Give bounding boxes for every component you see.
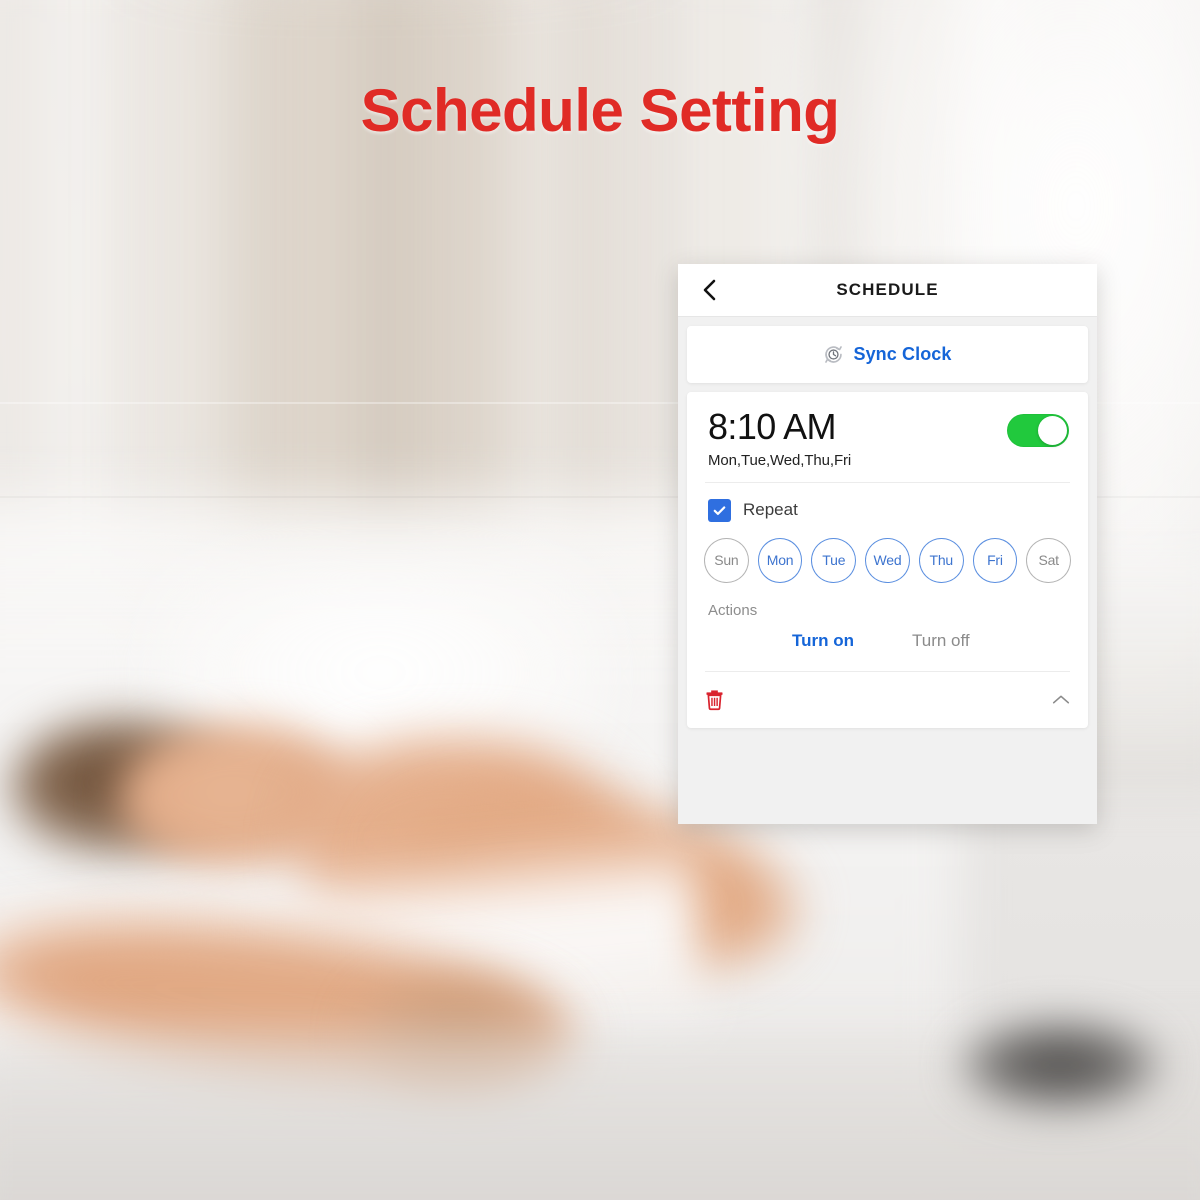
slipper-shape [960,1020,1160,1110]
actions-label: Actions [708,601,758,619]
sync-clock-button[interactable]: Sync Clock [687,326,1088,383]
day-chip-label: Thu [929,552,953,569]
chevron-left-icon [701,278,717,302]
phone-screen: SCHEDULE Sync Clock 8:10 AM Mon,Tue,Wed,… [678,264,1097,824]
nav-bar: SCHEDULE [678,264,1097,317]
alarm-days-summary: Mon,Tue,Wed,Thu,Fri [708,451,852,469]
alarm-summary: 8:10 AM Mon,Tue,Wed,Thu,Fri [687,392,1088,482]
day-chip-label: Sat [1038,552,1059,569]
screenshot-canvas: Schedule Setting SCHEDULE Sync Clock 8:1… [0,0,1200,1200]
actions-row: Turn on Turn off [687,619,1088,671]
day-chip-wed[interactable]: Wed [865,537,910,583]
sync-clock-icon [823,344,844,365]
day-chip-label: Mon [766,552,794,569]
toggle-knob [1038,416,1067,445]
day-selector: Sun Mon Tue Wed Thu Fri Sat [687,522,1088,583]
delete-schedule-button[interactable] [704,688,725,711]
day-chip-sat[interactable]: Sat [1026,537,1072,583]
alarm-enable-toggle[interactable] [1007,414,1069,447]
day-chip-label: Fri [987,552,1003,569]
day-chip-fri[interactable]: Fri [972,537,1018,583]
schedule-card: 8:10 AM Mon,Tue,Wed,Thu,Fri Repeat Sun M… [687,392,1088,728]
collapse-card-button[interactable] [1051,693,1071,706]
day-chip-thu[interactable]: Thu [918,537,964,583]
page-header-title: SCHEDULE [836,280,939,299]
day-chip-tue[interactable]: Tue [811,537,857,583]
day-chip-label: Sun [714,552,739,569]
day-chip-label: Tue [822,552,846,569]
day-chip-sun[interactable]: Sun [704,537,749,583]
day-chip-label: Wed [873,552,902,569]
day-chip-mon[interactable]: Mon [757,537,803,583]
repeat-label: Repeat [743,500,798,520]
trash-icon [704,688,725,711]
repeat-row[interactable]: Repeat [687,483,1088,522]
chevron-up-icon [1051,693,1071,706]
back-button[interactable] [696,277,722,303]
card-footer [687,672,1088,728]
turn-off-button[interactable]: Turn off [912,631,970,651]
turn-on-button[interactable]: Turn on [792,631,854,651]
sync-clock-panel: Sync Clock [687,326,1088,383]
repeat-checkbox[interactable] [708,498,731,522]
page-title: Schedule Setting [360,77,840,144]
sync-clock-label: Sync Clock [853,344,952,364]
